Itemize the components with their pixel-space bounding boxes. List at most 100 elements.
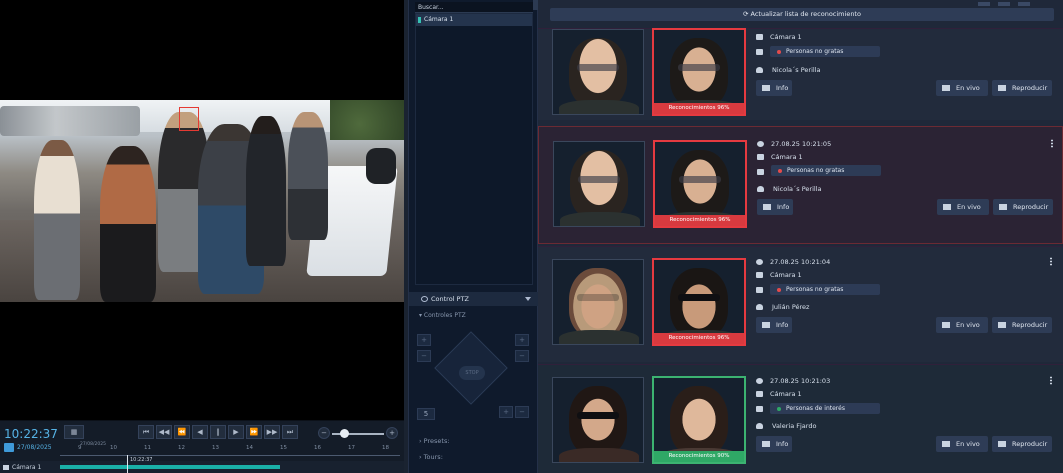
more-options-icon[interactable] [1050,376,1052,385]
playback-button[interactable]: Reproducir [992,436,1052,452]
ptz-focus-plus-button[interactable]: + [515,334,529,346]
video-camera-icon [942,85,950,91]
feed-chair [366,148,396,184]
refresh-label: Actualizar lista de reconocimiento [750,10,861,18]
watchlist-badge[interactable]: Personas no gratas [770,46,880,57]
ptz-iris-plus-button[interactable]: + [499,406,513,418]
zoom-out-button[interactable]: − [318,427,330,439]
watchlist-badge[interactable]: Personas de interés [770,403,880,414]
play-reverse-button[interactable]: ◀ [192,425,208,439]
playback-button[interactable]: Reproducir [993,199,1053,215]
shirt-shape [559,100,639,114]
card-camera: Cámara 1 [771,153,803,161]
ptz-controls-text: Controles PTZ [423,312,466,319]
timeline-tick: 13 [212,445,219,451]
ptz-panel-header[interactable]: Control PTZ [409,292,539,306]
info-icon [762,85,770,91]
matched-face-image[interactable]: Reconocimientos 96% [653,140,747,228]
live-button[interactable]: En vivo [936,80,988,96]
ptz-speed-field[interactable]: 5 [417,408,435,420]
playback-bar: 10:22:37 27/08/2025 ▦ ⏮ ◀◀ ⏪ ◀ ‖ ▶ ⏩ ▶▶ … [0,420,404,473]
chevron-down-icon[interactable] [525,297,531,301]
info-button[interactable]: Info [757,199,793,215]
shirt-shape [559,330,639,344]
frame-back-button[interactable]: ⏪ [174,425,190,439]
camera-icon [3,465,9,470]
camera-search-input[interactable]: Buscar... [415,2,533,13]
match-score: Reconocimientos 96% [654,333,744,344]
frame-forward-button[interactable]: ⏩ [246,425,262,439]
camera-list: Cámara 1 [415,13,533,285]
info-button[interactable]: Info [756,317,792,333]
presets-label: Presets: [423,437,450,445]
ptz-iris-minus-button[interactable]: − [515,406,529,418]
card-timestamp: 27.08.25 10:21:04 [770,258,831,266]
calendar-icon[interactable] [4,443,14,452]
skip-back-fast-button[interactable]: ⏮ [138,425,154,439]
presets-section[interactable]: › Presets: [419,437,450,445]
shirt-shape [560,212,640,226]
tours-section[interactable]: › Tours: [419,453,443,461]
video-viewport[interactable] [0,0,404,420]
captured-face-image[interactable] [552,377,644,463]
zoom-slider-handle[interactable] [340,429,349,438]
layout-toggle-button[interactable]: ▦ [64,425,84,439]
person-icon [756,423,763,429]
ptz-stop-button[interactable]: STOP [459,366,485,380]
ptz-controls-label: ▾ Controles PTZ [419,312,466,319]
info-icon [763,204,771,210]
matched-face-image[interactable]: Reconocimientos 96% [652,28,746,116]
playback-date-row[interactable]: 27/08/2025 [4,443,52,452]
camera-sidebar: Buscar... Cámara 1 Control PTZ ▾ Control… [408,0,539,473]
matched-face-image[interactable]: Reconocimientos 90% [652,376,746,464]
clock-icon [757,141,764,147]
captured-face-image[interactable] [553,141,645,227]
live-button[interactable]: En vivo [936,317,988,333]
feed-person [34,140,80,300]
camera-list-item[interactable]: Cámara 1 [416,14,532,26]
ptz-zoom-plus-button[interactable]: + [417,334,431,346]
more-options-icon[interactable] [1051,139,1053,148]
face-detection-box[interactable] [179,107,199,131]
watchlist-badge[interactable]: Personas no gratas [770,284,880,295]
sunglasses-shape [577,412,619,419]
glasses-shape [577,64,619,71]
glasses-shape [679,176,721,183]
list-icon [756,406,763,412]
captured-face-image[interactable] [552,259,644,345]
pause-button[interactable]: ‖ [210,425,226,439]
person-icon [756,304,763,310]
ptz-focus-minus-button[interactable]: − [515,350,529,362]
step-back-button[interactable]: ◀◀ [156,425,172,439]
refresh-recognition-button[interactable]: ⟳ Actualizar lista de reconocimiento [550,8,1054,21]
info-button[interactable]: Info [756,436,792,452]
shirt-shape [559,448,639,462]
glasses-shape [578,176,620,183]
feed-parked-cars [0,106,140,136]
info-button[interactable]: Info [756,80,792,96]
face-shape [569,38,627,108]
toolbar-icon[interactable] [998,2,1011,6]
zoom-in-button[interactable]: + [386,427,398,439]
timeline-camera-row[interactable]: Cámara 1 [0,461,404,473]
toolbar-icon[interactable] [1018,2,1031,6]
sunglasses-shape [678,294,720,301]
captured-face-image[interactable] [552,29,644,115]
toolbar-icon[interactable] [978,2,990,6]
watchlist-badge[interactable]: Personas no gratas [771,165,881,176]
matched-face-image[interactable]: Reconocimientos 96% [652,258,746,346]
play-button[interactable]: ▶ [228,425,244,439]
timeline-playhead[interactable] [127,455,128,473]
recording-segment[interactable] [60,465,280,469]
skip-forward-fast-button[interactable]: ⏭ [282,425,298,439]
ptz-zoom-minus-button[interactable]: − [417,350,431,362]
playback-button[interactable]: Reproducir [992,80,1052,96]
info-label: Info [777,203,790,211]
more-options-icon[interactable] [1050,257,1052,266]
playback-button[interactable]: Reproducir [992,317,1052,333]
timeline-axis[interactable] [60,455,400,456]
step-forward-button[interactable]: ▶▶ [264,425,280,439]
live-button[interactable]: En vivo [936,436,988,452]
live-button[interactable]: En vivo [937,199,989,215]
playhead-time: 10:22:37 [130,457,153,463]
